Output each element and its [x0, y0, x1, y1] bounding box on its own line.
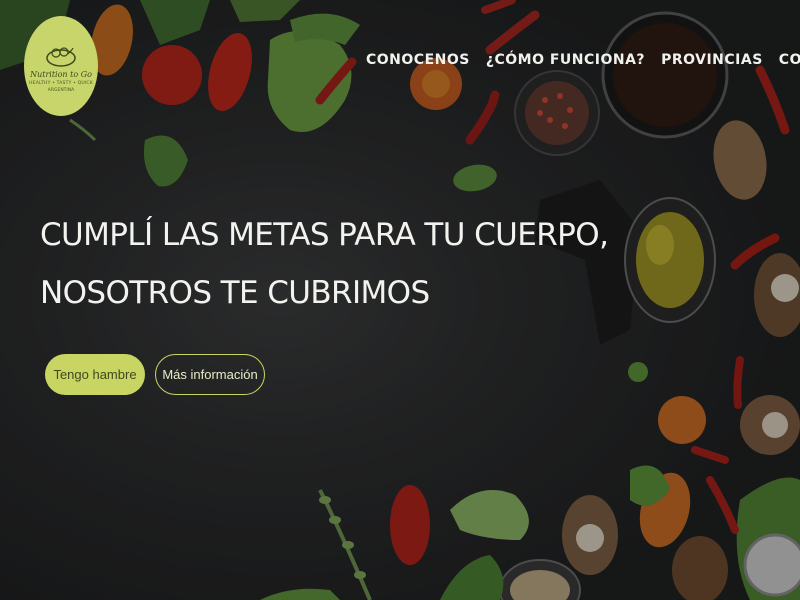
hero-headline: CUMPLÍ LAS METAS PARA TU CUERPO, NOSOTRO…: [40, 206, 609, 322]
logo-name: Nutrition to Go: [30, 69, 92, 79]
mas-informacion-button[interactable]: Más información: [155, 354, 265, 395]
nav-como-funciona[interactable]: ¿CÓMO FUNCIONA?: [486, 52, 645, 68]
food-bowl-icon: [46, 46, 76, 67]
logo-footer: ARGENTINA: [47, 87, 75, 93]
headline-line-1: CUMPLÍ LAS METAS PARA TU CUERPO,: [40, 217, 609, 253]
nav-contacto[interactable]: CONTACTO: [779, 52, 800, 68]
hero-section: Nutrition to Go HEALTHY • TASTY • QUICK …: [0, 0, 800, 600]
logo[interactable]: Nutrition to Go HEALTHY • TASTY • QUICK …: [24, 16, 98, 116]
nav-conocenos[interactable]: CONOCENOS: [366, 52, 470, 68]
logo-tagline: HEALTHY • TASTY • QUICK: [29, 80, 93, 86]
main-nav: CONOCENOS ¿CÓMO FUNCIONA? PROVINCIAS CON…: [366, 52, 800, 68]
headline-line-2: NOSOTROS TE CUBRIMOS: [40, 275, 430, 311]
tengo-hambre-button[interactable]: Tengo hambre: [45, 354, 145, 395]
nav-provincias[interactable]: PROVINCIAS: [661, 52, 763, 68]
